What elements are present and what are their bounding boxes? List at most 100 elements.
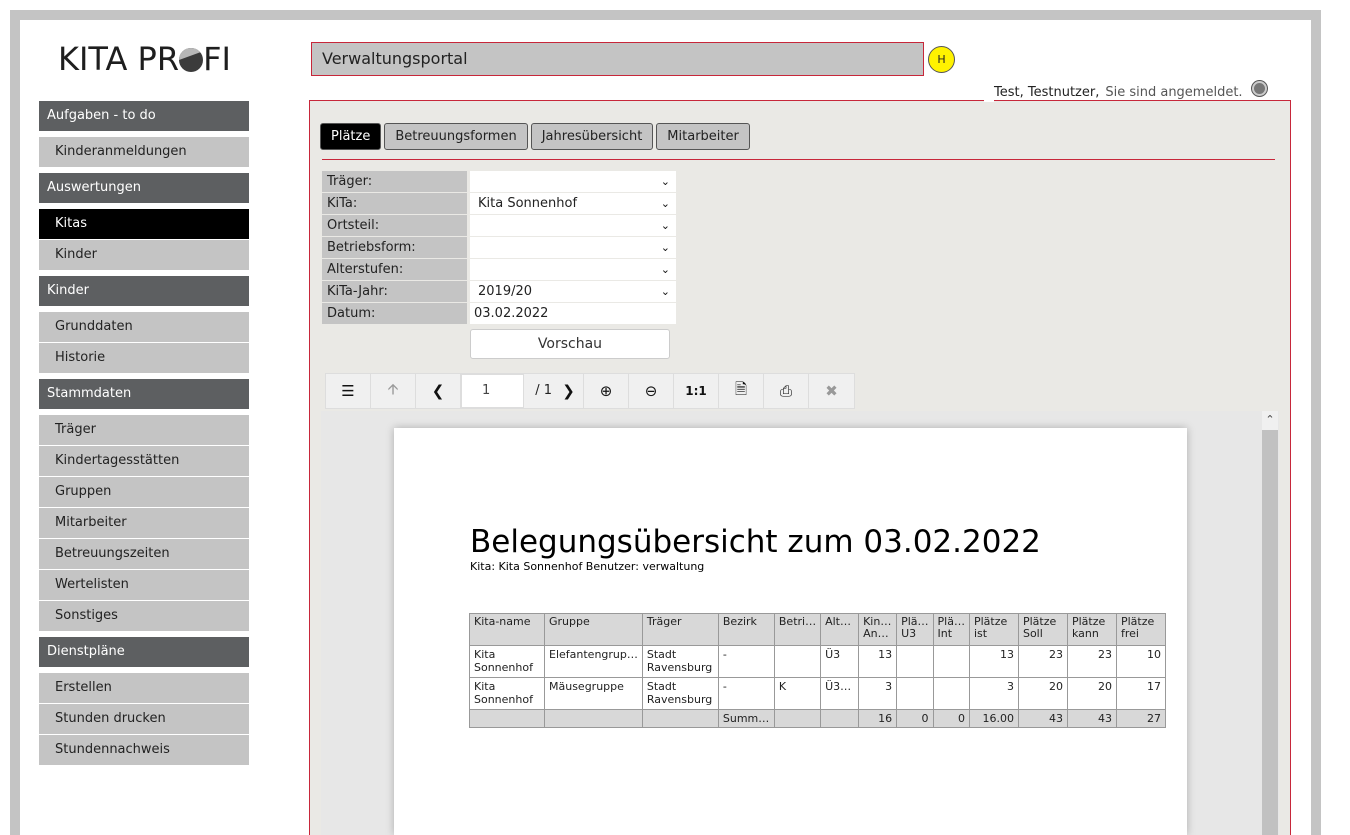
nav-group-title[interactable]: Dienstpläne — [39, 637, 249, 667]
sidebar-item[interactable]: Kitas — [39, 209, 249, 239]
summary-cell: 43 — [1066, 709, 1117, 728]
summary-cell — [773, 709, 822, 728]
column-header: Kin… An… — [858, 613, 898, 646]
table-cell: K — [773, 677, 822, 710]
nav-group-title[interactable]: Auswertungen — [39, 173, 249, 203]
close-icon[interactable]: ✖ — [809, 374, 854, 408]
summary-cell: 16 — [858, 709, 898, 728]
table-cell — [773, 645, 822, 678]
nav-group-title[interactable]: Aufgaben - to do — [39, 101, 249, 131]
table-cell: Kita Sonnenhof — [469, 645, 545, 678]
traeger-select[interactable]: ⌄ — [470, 171, 676, 192]
summary-cell — [641, 709, 719, 728]
sidebar-item[interactable]: Betreuungszeiten — [39, 539, 249, 569]
sidebar-item[interactable]: Gruppen — [39, 477, 249, 507]
report-subtitle: Kita: Kita Sonnenhof Benutzer: verwaltun… — [470, 560, 705, 573]
chevron-down-icon: ⌄ — [660, 219, 670, 232]
table-cell: - — [717, 645, 775, 678]
table-row: Kita Sonnenhof Mäusegruppe Stadt Ravensbur… — [469, 677, 1166, 710]
kita-value: Kita Sonnenhof — [478, 196, 578, 211]
zoom-out-icon[interactable]: ⊖ — [629, 374, 674, 408]
help-button[interactable]: H — [928, 46, 955, 73]
arrow-up-icon[interactable]: 🡩 — [371, 374, 416, 408]
sidebar-item[interactable]: Stundennachweis — [39, 735, 249, 765]
report-table-body: Kita Sonnenhof Elefantengrup… Stadt Ravens… — [469, 645, 1166, 728]
nav-group: Aufgaben - to do Kinderanmeldungen — [39, 101, 249, 167]
tab-bar: Plätze Betreuungsformen Jahresübersicht Mit… — [320, 123, 750, 150]
nav-group-title[interactable]: Stammdaten — [39, 379, 249, 409]
summary-cell: 0 — [932, 709, 970, 728]
summary-cell: 0 — [896, 709, 934, 728]
nav-group: Stammdaten Träger Kindertagesstätten Gruppe… — [39, 379, 249, 631]
table-cell: 13 — [858, 645, 898, 678]
sidebar-item[interactable]: Kinderanmeldungen — [39, 137, 249, 167]
tab[interactable]: Jahresübersicht — [530, 123, 654, 150]
column-header: Plätze Soll — [1017, 613, 1068, 646]
previous-page-icon[interactable]: ❮ — [416, 374, 461, 408]
tab[interactable]: Betreuungsformen — [384, 123, 528, 150]
panel-border-gap — [984, 99, 994, 102]
sidebar-item[interactable]: Kindertagesstätten — [39, 446, 249, 476]
table-cell — [896, 645, 934, 678]
column-header: Plätze ist — [968, 613, 1019, 646]
summary-row: Summ… 16 0 0 16.00 43 43 27 — [469, 709, 1166, 728]
column-header: Bezirk — [717, 613, 775, 646]
viewer-scrollbar-thumb[interactable] — [1262, 430, 1278, 835]
login-status: Test, Testnutzer, Sie sind angemeldet. — [994, 85, 1243, 100]
sidebar-item[interactable]: Erstellen — [39, 673, 249, 703]
next-page-icon[interactable]: ❯ — [554, 374, 584, 408]
kitajahr-value: 2019/20 — [478, 284, 533, 299]
kita-select[interactable]: Kita Sonnenhof ⌄ — [470, 193, 676, 214]
summary-cell: Summ… — [717, 709, 775, 728]
preview-button[interactable]: Vorschau — [470, 329, 670, 359]
column-header: Betri… — [773, 613, 822, 646]
tab-underline — [322, 159, 1275, 160]
logo-o-icon — [179, 48, 204, 72]
column-header: Plätze kann — [1066, 613, 1117, 646]
filter-label-datum: Datum: — [322, 303, 467, 324]
sidebar-item[interactable]: Historie — [39, 343, 249, 373]
table-cell: Ü3 — [820, 645, 860, 678]
zoom-in-icon[interactable]: ⊕ — [584, 374, 629, 408]
menu-icon[interactable]: ☰ — [326, 374, 371, 408]
sidebar-item[interactable]: Mitarbeiter — [39, 508, 249, 538]
sidebar-item[interactable]: Stunden drucken — [39, 704, 249, 734]
datum-input[interactable]: 03.02.2022 — [470, 303, 676, 324]
filter-label-alterstufen: Alterstufen: — [322, 259, 467, 280]
logout-icon[interactable] — [1252, 81, 1267, 96]
chevron-down-icon: ⌄ — [660, 175, 670, 188]
print-icon[interactable]: ⎙ — [764, 374, 809, 408]
sidebar-item[interactable]: Sonstiges — [39, 601, 249, 631]
tab[interactable]: Mitarbeiter — [656, 123, 750, 150]
page-number-input[interactable]: 1 — [461, 374, 524, 408]
sidebar-item[interactable]: Träger — [39, 415, 249, 445]
report-title: Belegungsübersicht zum 03.02.2022 — [470, 524, 1041, 560]
nav-group-title[interactable]: Kinder — [39, 276, 249, 306]
table-cell: Ü3… — [820, 677, 860, 710]
table-cell: - — [717, 677, 775, 710]
column-header: Plä… U3 — [896, 613, 934, 646]
sidebar-item[interactable]: Kinder — [39, 240, 249, 270]
betriebsform-select[interactable]: ⌄ — [470, 237, 676, 258]
table-cell: 13 — [968, 645, 1019, 678]
column-header: Kita-name — [469, 613, 545, 646]
sidebar-item[interactable]: Grunddaten — [39, 312, 249, 342]
scroll-up-icon[interactable]: ⌃ — [1262, 412, 1278, 428]
nav-group: Auswertungen Kitas Kinder — [39, 173, 249, 270]
filter-label-kita: KiTa: — [322, 193, 467, 214]
export-icon[interactable]: 🗎 — [719, 374, 764, 408]
chevron-down-icon: ⌄ — [660, 197, 670, 210]
sidebar: Aufgaben - to do Kinderanmeldungen Auswert… — [39, 101, 249, 771]
login-status-text: Sie sind angemeldet. — [1105, 85, 1243, 100]
filter-label-ortsteil: Ortsteil: — [322, 215, 467, 236]
table-cell: Stadt Ravensburg — [641, 677, 719, 710]
summary-cell — [544, 709, 643, 728]
zoom-reset-button[interactable]: 1:1 — [674, 374, 719, 408]
kitajahr-select[interactable]: 2019/20 ⌄ — [470, 281, 676, 302]
summary-cell: 16.00 — [968, 709, 1019, 728]
sidebar-item[interactable]: Wertelisten — [39, 570, 249, 600]
ortsteil-select[interactable]: ⌄ — [470, 215, 676, 236]
alterstufen-select[interactable]: ⌄ — [470, 259, 676, 280]
table-cell: 23 — [1066, 645, 1117, 678]
tab[interactable]: Plätze — [320, 123, 382, 150]
